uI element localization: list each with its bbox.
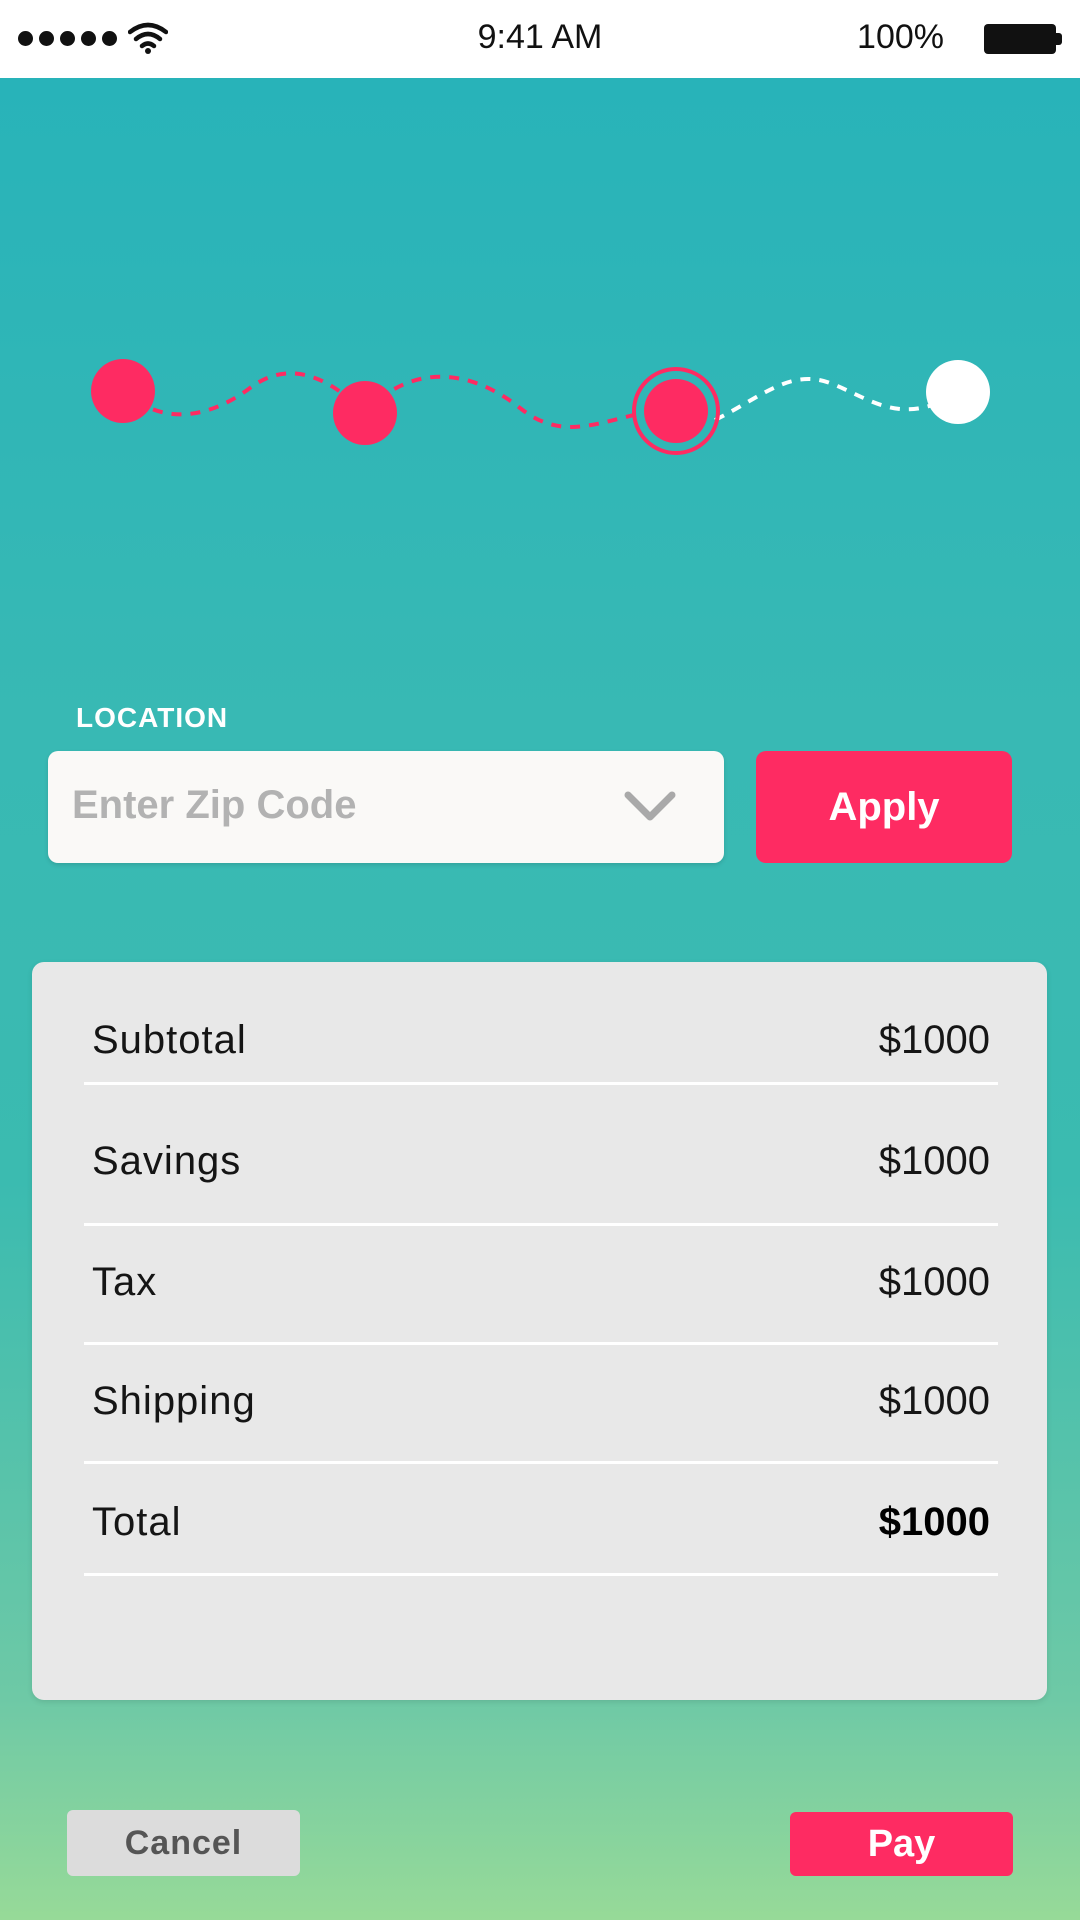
summary-row-total: Total $1000 (84, 1464, 998, 1576)
summary-label: Total (92, 1500, 182, 1544)
summary-label: Subtotal (92, 1018, 247, 1062)
progress-step-3 (644, 379, 708, 443)
summary-label: Savings (92, 1139, 242, 1183)
summary-row-tax: Tax $1000 (84, 1226, 998, 1345)
battery-icon (984, 24, 1062, 54)
summary-label: Tax (92, 1260, 158, 1304)
cancel-button[interactable]: Cancel (67, 1810, 300, 1876)
progress-step-1 (91, 359, 155, 423)
zip-code-dropdown[interactable]: Enter Zip Code (48, 751, 724, 863)
apply-button[interactable]: Apply (756, 751, 1012, 863)
progress-connector-2 (363, 374, 677, 429)
summary-total-value: $1000 (878, 1500, 990, 1544)
progress-step-2 (333, 381, 397, 445)
status-bar: 9:41 AM 100% (0, 0, 1080, 78)
progress-stepper (91, 359, 990, 455)
chevron-down-icon[interactable] (624, 787, 676, 827)
order-summary-card: Subtotal $1000 Savings $1000 Tax $1000 S… (32, 962, 1047, 1700)
summary-value: $1000 (878, 1139, 990, 1183)
summary-value: $1000 (878, 1379, 990, 1423)
location-label: LOCATION (76, 702, 229, 733)
checkout-screen: LOCATION Enter Zip Code Apply Subtotal $… (0, 78, 1080, 1920)
summary-label: Shipping (92, 1379, 256, 1423)
zip-code-placeholder: Enter Zip Code (72, 783, 357, 827)
summary-value: $1000 (878, 1260, 990, 1304)
progress-connector-1 (120, 371, 367, 417)
summary-row-subtotal: Subtotal $1000 (84, 998, 998, 1085)
battery-percent: 100% (857, 18, 944, 56)
summary-row-shipping: Shipping $1000 (84, 1345, 998, 1464)
summary-row-savings: Savings $1000 (84, 1085, 998, 1226)
pay-button[interactable]: Pay (790, 1812, 1013, 1876)
progress-connector-3 (714, 377, 960, 422)
summary-value: $1000 (878, 1018, 990, 1062)
progress-step-4 (926, 360, 990, 424)
